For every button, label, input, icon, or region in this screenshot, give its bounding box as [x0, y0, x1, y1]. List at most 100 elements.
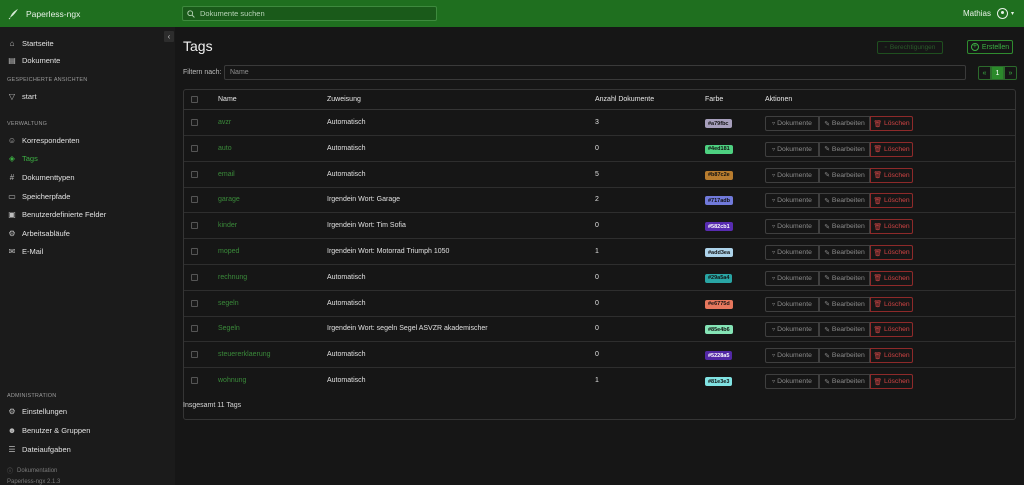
tag-document-count: 0: [595, 299, 599, 307]
tag-name[interactable]: moped: [218, 248, 239, 255]
funnel-icon: ▽: [8, 91, 16, 101]
pencil-icon: ✎: [824, 326, 830, 334]
row-checkbox[interactable]: [191, 170, 198, 178]
row-checkbox[interactable]: [191, 351, 198, 359]
delete-button[interactable]: 🗑︎ Löschen: [870, 141, 913, 157]
tag-name[interactable]: garage: [218, 196, 240, 203]
documents-button[interactable]: ▿ Dokumente: [765, 374, 819, 389]
delete-button[interactable]: 🗑︎ Löschen: [870, 245, 913, 260]
edit-button[interactable]: ✎ Bearbeiten: [819, 270, 870, 286]
edit-button[interactable]: ✎ Bearbeiten: [819, 167, 870, 183]
edit-button[interactable]: ✎ Bearbeiten: [819, 116, 870, 131]
row-checkbox[interactable]: [191, 119, 198, 126]
sidebar-item-start[interactable]: ▽ start: [7, 90, 37, 102]
tag-name[interactable]: avzr: [218, 119, 231, 126]
home-icon: ⌂: [9, 38, 15, 48]
sidebar-item-email[interactable]: ✉ E-Mail: [7, 245, 44, 257]
documentation-link[interactable]: ⓘ Dokumentation: [7, 466, 57, 476]
documents-button[interactable]: ▿ Dokumente: [765, 322, 819, 338]
delete-button[interactable]: 🗑︎ Löschen: [870, 296, 913, 312]
row-checkbox[interactable]: [191, 248, 198, 255]
permissions-button[interactable]: ▫ Berechtigungen: [877, 41, 943, 54]
documents-button-label: Dokumente: [777, 326, 812, 334]
documents-button[interactable]: ▿ Dokumente: [765, 245, 819, 260]
documents-button[interactable]: ▿ Dokumente: [765, 270, 819, 286]
row-checkbox[interactable]: [191, 144, 198, 152]
sidebar-item-dateiaufgaben[interactable]: ☰ Dateiaufgaben: [7, 443, 70, 455]
delete-button-label: Löschen: [883, 249, 910, 256]
filter-name-input[interactable]: Name: [224, 65, 966, 80]
row-checkbox[interactable]: [191, 299, 198, 307]
edit-button[interactable]: ✎ Bearbeiten: [819, 348, 870, 364]
tag-icon: ◈: [8, 153, 16, 163]
tag-name[interactable]: email: [218, 171, 235, 178]
table-row: steuererklaerung Automatisch 0 #5228a5 ▿…: [184, 342, 1015, 369]
header-document-count[interactable]: Anzahl Dokumente: [595, 96, 654, 103]
pager-next-button[interactable]: »: [1004, 66, 1017, 80]
edit-button[interactable]: ✎ Bearbeiten: [819, 193, 870, 209]
documents-button[interactable]: ▿ Dokumente: [765, 141, 819, 157]
row-checkbox[interactable]: [191, 377, 198, 384]
delete-button[interactable]: 🗑︎ Löschen: [870, 348, 913, 364]
tag-name[interactable]: segeln: [218, 300, 239, 307]
edit-button[interactable]: ✎ Bearbeiten: [819, 374, 870, 389]
tag-name[interactable]: auto: [218, 145, 232, 152]
pager-prev-button[interactable]: «: [978, 66, 991, 80]
delete-button[interactable]: 🗑︎ Löschen: [870, 270, 913, 286]
edit-button[interactable]: ✎ Bearbeiten: [819, 141, 870, 157]
sidebar-item-dokumente[interactable]: ▤ Dokumente: [7, 54, 60, 66]
delete-button[interactable]: 🗑︎ Löschen: [870, 193, 913, 209]
documents-button[interactable]: ▿ Dokumente: [765, 193, 819, 209]
documents-button[interactable]: ▿ Dokumente: [765, 167, 819, 183]
documents-button[interactable]: ▿ Dokumente: [765, 348, 819, 364]
sidebar-collapse-button[interactable]: ‹: [164, 31, 174, 42]
delete-button[interactable]: 🗑︎ Löschen: [870, 374, 913, 389]
sidebar-item-tags[interactable]: ◈ Tags: [7, 152, 38, 164]
documents-button[interactable]: ▿ Dokumente: [765, 116, 819, 131]
sidebar-item-benutzerdefinierte-felder[interactable]: ▣ Benutzerdefinierte Felder: [7, 208, 106, 220]
header-name[interactable]: Name: [218, 96, 237, 103]
row-checkbox[interactable]: [191, 222, 198, 230]
tag-color-badge: #717adb: [705, 196, 734, 206]
permissions-label: Berechtigungen: [889, 44, 936, 51]
edit-button-label: Bearbeiten: [831, 300, 865, 308]
pager-page-1[interactable]: 1: [991, 66, 1004, 80]
row-checkbox[interactable]: [191, 325, 198, 333]
edit-button[interactable]: ✎ Bearbeiten: [819, 322, 870, 338]
sidebar-item-benutzer-gruppen[interactable]: ☻ Benutzer & Gruppen: [7, 424, 91, 436]
global-search-input[interactable]: Dokumente suchen: [182, 6, 437, 21]
sidebar-item-speicherpfade[interactable]: ▭ Speicherpfade: [7, 190, 70, 202]
row-checkbox[interactable]: [191, 273, 198, 281]
edit-button[interactable]: ✎ Bearbeiten: [819, 245, 870, 260]
filter-icon: ▿: [772, 224, 776, 231]
user-menu[interactable]: Mathias ▾: [963, 0, 1014, 27]
row-checkbox[interactable]: [191, 196, 198, 204]
delete-button[interactable]: 🗑︎ Löschen: [870, 322, 913, 338]
tag-name[interactable]: Segeln: [218, 325, 240, 332]
delete-button[interactable]: 🗑︎ Löschen: [870, 116, 913, 131]
delete-button[interactable]: 🗑︎ Löschen: [870, 219, 913, 235]
delete-button[interactable]: 🗑︎ Löschen: [870, 167, 913, 183]
tag-name[interactable]: rechnung: [218, 274, 247, 281]
sidebar-item-startseite[interactable]: ⌂ Startseite: [7, 37, 54, 49]
sidebar-item-arbeitsablaeufe[interactable]: ⚙ Arbeitsabläufe: [7, 227, 70, 239]
tag-color-badge: #add3ea: [705, 248, 734, 257]
edit-button-label: Bearbeiten: [831, 352, 865, 360]
edit-button[interactable]: ✎ Bearbeiten: [819, 219, 870, 235]
tag-name[interactable]: steuererklaerung: [218, 351, 271, 358]
select-all-checkbox[interactable]: [191, 96, 198, 103]
filter-icon: ▿: [772, 121, 776, 127]
tag-name[interactable]: kinder: [218, 222, 237, 229]
brand[interactable]: Paperless-ngx: [0, 8, 175, 20]
documents-button[interactable]: ▿ Dokumente: [765, 296, 819, 312]
sidebar-item-korrespondenten[interactable]: ☺ Korrespondenten: [7, 134, 80, 146]
sidebar-item-dokumenttypen[interactable]: # Dokumenttypen: [7, 171, 75, 183]
edit-button[interactable]: ✎ Bearbeiten: [819, 296, 870, 312]
header-assignment[interactable]: Zuweisung: [327, 96, 361, 103]
hash-icon: #: [9, 172, 15, 182]
documents-button[interactable]: ▿ Dokumente: [765, 219, 819, 235]
create-button[interactable]: + Erstellen: [967, 40, 1013, 54]
total-count: Insgesamt 11 Tags: [183, 402, 242, 409]
sidebar-item-einstellungen[interactable]: ⚙ Einstellungen: [7, 405, 67, 417]
tag-name[interactable]: wohnung: [218, 377, 246, 384]
